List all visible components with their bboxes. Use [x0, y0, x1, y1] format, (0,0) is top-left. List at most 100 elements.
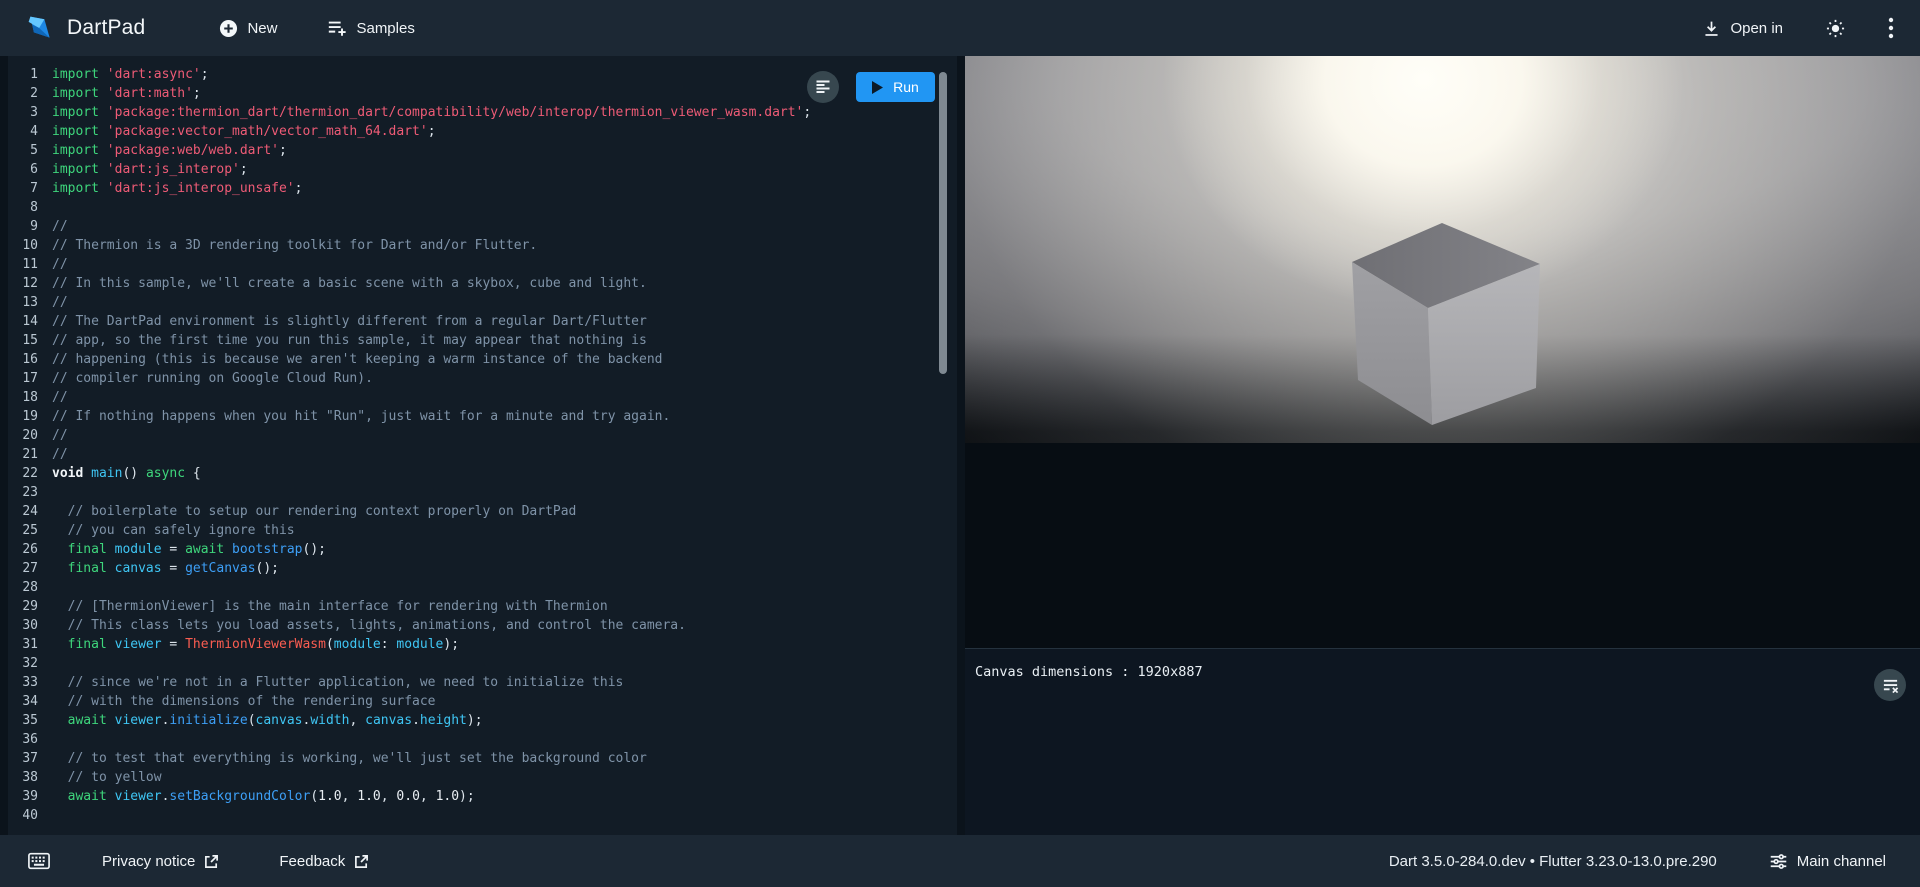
open-in-label: Open in: [1730, 20, 1783, 37]
code-editor[interactable]: 1import 'dart:async';2import 'dart:math'…: [8, 56, 957, 835]
line-number: 5: [8, 141, 52, 160]
clear-console-button[interactable]: [1874, 669, 1906, 701]
download-icon: [1702, 19, 1721, 38]
code-line: 14// The DartPad environment is slightly…: [8, 312, 957, 331]
line-number: 12: [8, 274, 52, 293]
line-number: 13: [8, 293, 52, 312]
line-number: 17: [8, 369, 52, 388]
line-number: 11: [8, 255, 52, 274]
line-number: 33: [8, 673, 52, 692]
line-number: 6: [8, 160, 52, 179]
console-output: Canvas dimensions : 1920x887: [975, 664, 1904, 680]
editor-panel: 1import 'dart:async';2import 'dart:math'…: [8, 56, 957, 835]
run-button[interactable]: Run: [856, 72, 935, 102]
tune-icon: [1769, 852, 1788, 871]
line-number: 40: [8, 806, 52, 825]
code-line: 40: [8, 806, 957, 825]
feedback-link[interactable]: Feedback: [273, 852, 375, 871]
line-number: 7: [8, 179, 52, 198]
status-bar: Privacy notice Feedback Dart 3.5.0-284.0…: [0, 835, 1920, 887]
line-number: 20: [8, 426, 52, 445]
line-number: 25: [8, 521, 52, 540]
line-number: 35: [8, 711, 52, 730]
code-line: 35 await viewer.initialize(canvas.width,…: [8, 711, 957, 730]
feedback-label: Feedback: [279, 853, 345, 870]
line-number: 1: [8, 65, 52, 84]
run-button-label: Run: [893, 79, 919, 95]
status-bar-right: Dart 3.5.0-284.0.dev • Flutter 3.23.0-13…: [1389, 851, 1892, 872]
brightness-icon: [1825, 18, 1846, 39]
channel-selector[interactable]: Main channel: [1763, 851, 1892, 872]
code-line: 4import 'package:vector_math/vector_math…: [8, 122, 957, 141]
samples-button[interactable]: Samples: [325, 12, 416, 44]
code-line: 33 // since we're not in a Flutter appli…: [8, 673, 957, 692]
line-number: 38: [8, 768, 52, 787]
line-number: 3: [8, 103, 52, 122]
line-number: 26: [8, 540, 52, 559]
clear-console-icon: [1882, 677, 1899, 694]
theme-toggle-button[interactable]: [1821, 14, 1850, 43]
line-number: 18: [8, 388, 52, 407]
code-line: 39 await viewer.setBackgroundColor(1.0, …: [8, 787, 957, 806]
line-number: 9: [8, 217, 52, 236]
open-in-new-icon: [354, 854, 369, 869]
format-button[interactable]: [807, 71, 839, 103]
code-line: 12// In this sample, we'll create a basi…: [8, 274, 957, 293]
privacy-notice-label: Privacy notice: [102, 853, 195, 870]
code-line: 37 // to test that everything is working…: [8, 749, 957, 768]
code-line: 16// happening (this is because we aren'…: [8, 350, 957, 369]
samples-button-label: Samples: [356, 20, 414, 37]
line-number: 22: [8, 464, 52, 483]
line-number: 31: [8, 635, 52, 654]
format-align-icon: [815, 79, 831, 95]
playlist-add-icon: [327, 18, 347, 38]
keyboard-shortcuts-button[interactable]: [26, 850, 52, 872]
line-number: 34: [8, 692, 52, 711]
line-number: 23: [8, 483, 52, 502]
code-line: 29 // [ThermionViewer] is the main inter…: [8, 597, 957, 616]
code-line: 22void main() async {: [8, 464, 957, 483]
line-number: 2: [8, 84, 52, 103]
code-line: 10// Thermion is a 3D rendering toolkit …: [8, 236, 957, 255]
code-line: 36: [8, 730, 957, 749]
code-line: 6import 'dart:js_interop';: [8, 160, 957, 179]
line-number: 15: [8, 331, 52, 350]
line-number: 8: [8, 198, 52, 217]
app-title: DartPad: [67, 16, 145, 40]
code-line: 34 // with the dimensions of the renderi…: [8, 692, 957, 711]
dartpad-app: DartPad New Samples: [0, 0, 1920, 887]
code-line: 19// If nothing happens when you hit "Ru…: [8, 407, 957, 426]
line-number: 29: [8, 597, 52, 616]
top-bar: DartPad New Samples: [0, 0, 1920, 56]
top-bar-right: Open in: [1698, 13, 1898, 43]
code-line: 11//: [8, 255, 957, 274]
code-line: 18//: [8, 388, 957, 407]
new-button[interactable]: New: [217, 13, 279, 44]
code-line: 23: [8, 483, 957, 502]
code-line: 20//: [8, 426, 957, 445]
overflow-menu-button[interactable]: [1884, 13, 1898, 43]
line-number: 21: [8, 445, 52, 464]
line-number: 28: [8, 578, 52, 597]
code-line: 17// compiler running on Google Cloud Ru…: [8, 369, 957, 388]
code-line: 7import 'dart:js_interop_unsafe';: [8, 179, 957, 198]
code-line: 28: [8, 578, 957, 597]
code-line: 13//: [8, 293, 957, 312]
open-in-new-icon: [204, 854, 219, 869]
render-empty-area: [965, 443, 1920, 648]
line-number: 36: [8, 730, 52, 749]
editor-scrollbar[interactable]: [939, 72, 947, 374]
render-canvas[interactable]: [965, 56, 1920, 443]
kebab-menu-icon: [1888, 17, 1894, 39]
open-in-button[interactable]: Open in: [1698, 15, 1787, 42]
code-line: 24 // boilerplate to setup our rendering…: [8, 502, 957, 521]
dartpad-logo-icon: [26, 14, 54, 42]
line-number: 16: [8, 350, 52, 369]
code-line: 32: [8, 654, 957, 673]
play-icon: [872, 81, 883, 94]
line-number: 19: [8, 407, 52, 426]
code-line: 31 final viewer = ThermionViewerWasm(mod…: [8, 635, 957, 654]
code-line: 30 // This class lets you load assets, l…: [8, 616, 957, 635]
privacy-notice-link[interactable]: Privacy notice: [96, 852, 225, 871]
code-line: 27 final canvas = getCanvas();: [8, 559, 957, 578]
